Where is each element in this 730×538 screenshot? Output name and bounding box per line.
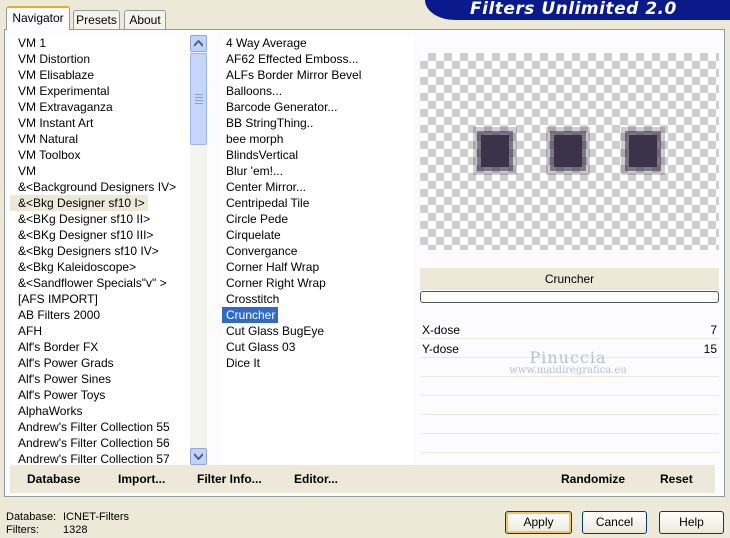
randomize-button[interactable]: Randomize	[561, 472, 625, 486]
param-row-empty	[420, 398, 719, 415]
chevron-up-icon	[194, 40, 203, 47]
watermark: Pinuccia www.maidiregrafica.eu	[498, 348, 638, 376]
category-item[interactable]: Andrew's Filter Collection 57	[10, 451, 173, 465]
filter-item[interactable]: bee morph	[222, 131, 286, 147]
tab-presets[interactable]: Presets	[73, 10, 120, 29]
parameter-panel: X-dose 7 Y-dose 15	[420, 322, 719, 464]
category-item[interactable]: &<BKg Designer sf10 II>	[10, 211, 153, 227]
database-button[interactable]: Database	[27, 472, 80, 486]
filter-item[interactable]: BlindsVertical	[222, 147, 301, 163]
category-item[interactable]: Andrew's Filter Collection 55	[10, 419, 173, 435]
filter-item[interactable]: Barcode Generator...	[222, 99, 340, 115]
category-item[interactable]: VM Elisablaze	[10, 67, 97, 83]
progress-bar	[420, 291, 719, 303]
category-scrollbar[interactable]	[190, 35, 207, 465]
category-item[interactable]: &<BKg Designer sf10 III>	[10, 227, 156, 243]
app-title: Filters Unlimited 2.0	[470, 0, 677, 19]
filter-name-label: Cruncher	[420, 268, 719, 290]
category-item[interactable]: [AFS IMPORT]	[10, 291, 101, 307]
preview-square	[629, 135, 657, 167]
preview-square	[481, 135, 509, 167]
category-item[interactable]: VM Experimental	[10, 83, 112, 99]
category-item[interactable]: VM Extravaganza	[10, 99, 116, 115]
category-item[interactable]: Andrew's Filter Collection 56	[10, 435, 173, 451]
category-list[interactable]: VM 1 VM Distortion VM Elisablaze VM Experim…	[10, 35, 190, 465]
preview-square	[554, 135, 582, 167]
category-item[interactable]: &<Background Designers IV>	[10, 179, 179, 195]
filters-label: Filters:	[6, 524, 39, 536]
scroll-down-button[interactable]	[190, 448, 207, 465]
category-item[interactable]: VM 1	[10, 35, 49, 51]
filters-count: 1328	[63, 524, 88, 536]
scroll-thumb[interactable]	[190, 53, 207, 145]
watermark-url: www.maidiregrafica.eu	[509, 365, 627, 376]
category-item[interactable]: VM	[10, 163, 39, 179]
filter-item[interactable]: ALFs Border Mirror Bevel	[222, 67, 364, 83]
filter-item[interactable]: Balloons...	[222, 83, 285, 99]
tab-about[interactable]: About	[124, 10, 166, 29]
category-item[interactable]: Alf's Power Toys	[10, 387, 108, 403]
apply-button[interactable]: Apply	[505, 511, 572, 534]
param-value: 15	[703, 342, 717, 356]
filter-item[interactable]: Centripedal Tile	[222, 195, 312, 211]
category-item[interactable]: AlphaWorks	[10, 403, 85, 419]
category-item[interactable]: &<Bkg Designer sf10 I>	[10, 195, 148, 211]
filter-item[interactable]: Corner Right Wrap	[222, 275, 329, 291]
param-label: Y-dose	[422, 342, 459, 356]
preview-canvas	[420, 53, 719, 250]
filter-item[interactable]: AF62 Effected Emboss...	[222, 51, 362, 67]
filter-item[interactable]: BB StringThing..	[222, 115, 316, 131]
param-label: X-dose	[422, 323, 461, 337]
param-value: 7	[710, 323, 717, 337]
category-item[interactable]: &<Bkg Designers sf10 IV>	[10, 243, 162, 259]
filter-item[interactable]: Corner Half Wrap	[222, 259, 322, 275]
navigator-toolbar: Database Import... Filter Info... Editor…	[10, 465, 715, 493]
filter-item[interactable]: Convergance	[222, 243, 300, 259]
filter-item[interactable]: Dice It	[222, 355, 263, 371]
filter-item[interactable]: Cut Glass 03	[222, 339, 298, 355]
chevron-down-icon	[194, 453, 203, 460]
filter-item[interactable]: Blur 'em!...	[222, 163, 286, 179]
filter-item[interactable]: Cut Glass BugEye	[222, 323, 327, 339]
filter-item[interactable]: Crosstitch	[222, 291, 282, 307]
param-row-empty	[420, 436, 719, 453]
filter-item[interactable]: Cruncher	[222, 307, 279, 323]
category-item[interactable]: &<Sandflower Specials"v" >	[10, 275, 170, 291]
scroll-up-button[interactable]	[190, 35, 207, 52]
category-item[interactable]: AB Filters 2000	[10, 307, 103, 323]
filter-item[interactable]: 4 Way Average	[222, 35, 310, 51]
tab-navigator[interactable]: Navigator	[6, 6, 70, 30]
category-item[interactable]: VM Natural	[10, 131, 81, 147]
filter-item[interactable]: Cirquelate	[222, 227, 284, 243]
category-item[interactable]: Alf's Power Grads	[10, 355, 117, 371]
category-item[interactable]: Alf's Power Sines	[10, 371, 114, 387]
category-item[interactable]: VM Instant Art	[10, 115, 96, 131]
cancel-button[interactable]: Cancel	[582, 511, 647, 534]
category-item[interactable]: &<Bkg Kaleidoscope>	[10, 259, 139, 275]
category-item[interactable]: AFH	[10, 323, 45, 339]
category-item[interactable]: Alf's Border FX	[10, 339, 101, 355]
param-row-x-dose[interactable]: X-dose 7	[420, 322, 719, 339]
category-item[interactable]: VM Distortion	[10, 51, 93, 67]
param-row-empty	[420, 417, 719, 434]
import-button[interactable]: Import...	[118, 472, 165, 486]
param-row-empty	[420, 379, 719, 396]
filter-info-button[interactable]: Filter Info...	[197, 472, 262, 486]
database-value: ICNET-Filters	[63, 511, 129, 523]
filter-item[interactable]: Center Mirror...	[222, 179, 309, 195]
reset-button[interactable]: Reset	[660, 472, 693, 486]
help-button[interactable]: Help	[659, 511, 724, 534]
filter-item[interactable]: Circle Pede	[222, 211, 291, 227]
editor-button[interactable]: Editor...	[294, 472, 338, 486]
database-label: Database:	[6, 511, 57, 523]
filter-list[interactable]: 4 Way Average AF62 Effected Emboss... ALFs…	[222, 35, 414, 465]
category-item[interactable]: VM Toolbox	[10, 147, 83, 163]
